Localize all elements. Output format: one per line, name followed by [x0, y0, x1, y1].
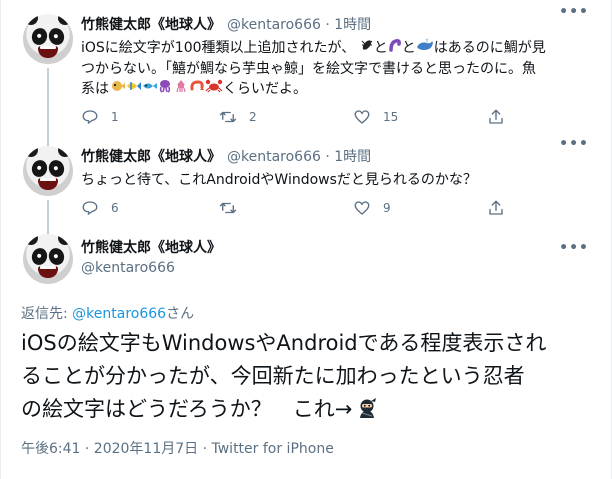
tweet-timestamp[interactable]: 午後6:41 · 2020年11月7日 · Twitter for iPhone [21, 438, 334, 458]
reply-button[interactable]: 6 [81, 198, 119, 218]
more-options-icon[interactable]: ••• [559, 240, 589, 256]
ninja-icon [360, 398, 377, 418]
reply-to-handle-link[interactable]: @kentaro666 [72, 306, 166, 322]
tweet-1[interactable]: 竹熊健太郎《地球人》 @kentaro666 · 1時間 ••• iOSに絵文字が… [1, 0, 611, 148]
retweet-button[interactable]: 2 [219, 107, 257, 127]
retweet-count: 2 [249, 110, 257, 124]
more-options-icon[interactable]: ••• [559, 4, 589, 20]
share-icon [489, 109, 503, 124]
avatar[interactable] [23, 146, 73, 196]
like-button[interactable]: 9 [353, 198, 391, 218]
tweet-actions: 6 9 [81, 198, 511, 218]
purple-worm-icon [388, 38, 402, 59]
tweet-text: iOSに絵文字が100種類以上追加されたが、 ととはあるのに鯛が見 つからない。… [81, 38, 591, 100]
tweet-thread: 竹熊健太郎《地球人》 @kentaro666 · 1時間 ••• iOSに絵文字が… [0, 0, 612, 479]
black-bug-icon [360, 38, 374, 59]
heart-icon [354, 201, 370, 215]
handle[interactable]: @kentaro666 [81, 259, 221, 277]
main-tweet-text: iOSの絵文字もWindowsやAndroidである程度表示され ることが分かっ… [21, 331, 547, 421]
reply-to-line: 返信先: @kentaro666さん [21, 306, 195, 322]
blowfish-icon [109, 79, 125, 100]
tweet-2[interactable]: 竹熊健太郎《地球人》 @kentaro666 · 1時間 ••• ちょっと待て、こ… [1, 132, 611, 240]
main-tweet-header: 竹熊健太郎《地球人》 @kentaro666 [81, 239, 221, 277]
reply-button[interactable]: 1 [81, 107, 119, 127]
display-name[interactable]: 竹熊健太郎《地球人》 [81, 239, 221, 257]
heart-icon [354, 110, 370, 124]
reply-count: 1 [111, 110, 119, 124]
octopus-icon [157, 79, 173, 100]
handle-time[interactable]: @kentaro666 · 1時間 [227, 149, 371, 165]
like-button[interactable]: 15 [353, 107, 398, 127]
avatar[interactable] [23, 14, 73, 64]
share-button[interactable] [487, 198, 505, 218]
reply-icon [82, 201, 98, 216]
shrimp-icon [189, 79, 205, 100]
tweet-header: 竹熊健太郎《地球人》 @kentaro666 · 1時間 [81, 148, 371, 166]
like-count: 15 [383, 110, 399, 124]
like-count: 9 [383, 201, 391, 215]
reply-icon [82, 110, 98, 125]
reply-count: 6 [111, 201, 119, 215]
tweet-actions: 1 2 15 [81, 107, 511, 127]
crab-icon [205, 79, 223, 100]
tweet-header: 竹熊健太郎《地球人》 @kentaro666 · 1時間 [81, 16, 371, 34]
avatar[interactable] [23, 234, 73, 284]
retweet-icon [219, 202, 237, 214]
display-name[interactable]: 竹熊健太郎《地球人》 [81, 17, 221, 33]
share-button[interactable] [487, 107, 505, 127]
share-icon [489, 200, 503, 215]
retweet-button[interactable] [219, 198, 249, 218]
tropical-fish-icon [125, 79, 141, 100]
handle-time[interactable]: @kentaro666 · 1時間 [227, 17, 371, 33]
squid-icon [173, 79, 189, 100]
retweet-icon [219, 111, 237, 123]
whale-icon [416, 38, 434, 59]
tweet-text: ちょっと待て、これAndroidやWindowsだと見られるのかな？ [81, 172, 477, 188]
display-name[interactable]: 竹熊健太郎《地球人》 [81, 149, 221, 165]
fish-icon [141, 79, 157, 100]
more-options-icon[interactable]: ••• [559, 136, 589, 152]
